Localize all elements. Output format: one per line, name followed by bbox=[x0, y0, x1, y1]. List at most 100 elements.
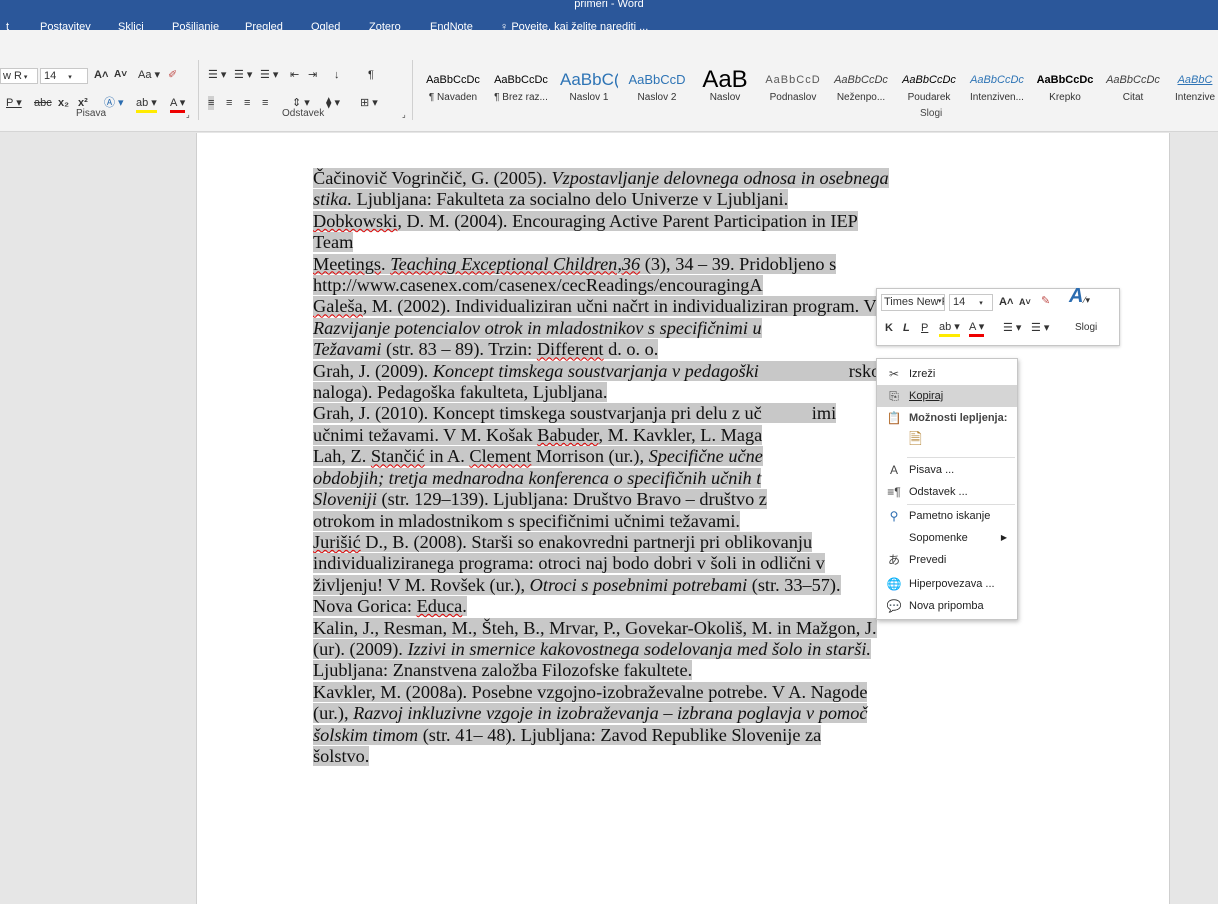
menu-item-translate[interactable]: あ Prevedi bbox=[877, 549, 1017, 571]
menu-item-cut[interactable]: ✂ Izreži bbox=[877, 363, 1017, 385]
clear-format-icon[interactable]: ✐ bbox=[168, 68, 177, 82]
text-run: Grah, J. (2009). bbox=[313, 360, 433, 381]
style-poudarek[interactable]: AaBbCcDc Poudarek bbox=[900, 68, 958, 108]
chevron-down-icon[interactable]: ▾ bbox=[938, 295, 942, 309]
minibar-size-value: 14 bbox=[953, 296, 966, 308]
increase-indent-icon[interactable]: ⇥ bbox=[308, 68, 317, 82]
highlight-icon[interactable]: ab ▾ bbox=[136, 96, 157, 113]
style-nezen-poudarek[interactable]: AaBbCcDc Neženpo... bbox=[832, 68, 890, 108]
menu-item-new-comment[interactable]: 💬 Nova pripomba bbox=[877, 595, 1017, 617]
text-run: http://www.casenex.com/casenex/cecReadin… bbox=[313, 275, 763, 296]
font-size-combo[interactable]: 14 ▾ bbox=[40, 68, 88, 84]
sort-icon[interactable]: ↓ bbox=[334, 68, 340, 82]
strikethrough-icon[interactable]: abc bbox=[34, 96, 52, 110]
menu-item-label: Izreži bbox=[909, 368, 936, 380]
justify-icon[interactable]: ≡ bbox=[262, 96, 268, 110]
style-sample: AaBbCcDc bbox=[1036, 74, 1094, 86]
text-line: Meetings. Teaching Exceptional Children,… bbox=[313, 253, 1043, 275]
text-run: Vzpostavljanje delovnega odnosa in osebn… bbox=[551, 168, 889, 188]
shading-icon[interactable]: ⧫ ▾ bbox=[326, 96, 340, 110]
text-run: šolstvo. bbox=[313, 745, 370, 766]
font-color-icon[interactable]: A ▾ bbox=[969, 320, 985, 337]
text-run: (str. 33–57). bbox=[747, 574, 841, 595]
paste-keep-text-button[interactable]: 🗎 bbox=[877, 429, 1017, 455]
style-naslov-2[interactable]: AaBbCcD Naslov 2 bbox=[628, 68, 686, 108]
text-run: d. o. o. bbox=[603, 339, 659, 360]
style-krepko[interactable]: AaBbCcDc Krepko bbox=[1036, 68, 1094, 108]
text-run: , D. M. (2004). Encouraging Active Paren… bbox=[397, 210, 858, 231]
align-left-icon[interactable]: ≡ bbox=[208, 96, 215, 110]
copy-icon: ⎘ bbox=[889, 389, 899, 403]
text-line: Ljubljana: Znanstvena založba Filozofske… bbox=[313, 660, 1043, 681]
style-brez-razmikov[interactable]: AaBbCcDc ¶ Brez raz... bbox=[492, 68, 550, 108]
text-run: učnimi težavami. V M. Košak bbox=[313, 424, 538, 445]
menu-item-font[interactable]: A Pisava ... bbox=[877, 459, 1017, 481]
style-naslov[interactable]: AaB Naslov bbox=[696, 68, 754, 108]
dialog-launcher-icon[interactable]: ⌟ bbox=[402, 108, 406, 122]
menu-item-synonyms[interactable]: Sopomenke ▶ bbox=[877, 527, 1017, 549]
menu-item-paragraph[interactable]: ≡¶ Odstavek ... bbox=[877, 481, 1017, 503]
change-case-icon[interactable]: Aa ▾ bbox=[138, 68, 160, 82]
italic-icon[interactable]: L bbox=[903, 321, 910, 335]
font-color-icon[interactable]: A ▾ bbox=[170, 96, 186, 113]
minibar-font-combo[interactable]: Times New Ro bbox=[881, 294, 945, 311]
multilevel-list-icon[interactable]: ☰ ▾ bbox=[260, 68, 278, 82]
font-name-combo[interactable]: w R ▾ bbox=[0, 68, 38, 84]
style-name: ¶ Navaden bbox=[428, 92, 478, 103]
text-run: (str. 83 – 89). Trzin: bbox=[381, 339, 537, 360]
menu-item-label: Sopomenke bbox=[909, 532, 968, 544]
grow-font-icon[interactable]: A˄ bbox=[999, 295, 1013, 309]
style-intenziven-citat[interactable]: AaBbC Intenzive bbox=[1172, 68, 1218, 108]
style-podnaslov[interactable]: AaBbCcD Podnaslov bbox=[764, 68, 822, 108]
text-line: Kavkler, M. (2008a). Posebne vzgojno-izo… bbox=[313, 681, 1043, 703]
minibar-font-value: Times New Ro bbox=[884, 296, 944, 308]
style-navaden[interactable]: AaBbCcDc ¶ Navaden bbox=[424, 68, 482, 108]
borders-icon[interactable]: ⊞ ▾ bbox=[360, 96, 378, 110]
style-name: Naslov 2 bbox=[637, 92, 677, 103]
numbering-icon[interactable]: ☰ ▾ bbox=[1031, 321, 1049, 335]
text-effects-icon[interactable]: Ⓐ ▾ bbox=[104, 96, 124, 110]
dialog-launcher-icon[interactable]: ⌟ bbox=[186, 108, 190, 122]
text-run: naloga). Pedagoška fakulteta, Ljubljana. bbox=[313, 382, 608, 403]
decrease-indent-icon[interactable]: ⇤ bbox=[290, 68, 299, 82]
chevron-down-icon: ▾ bbox=[979, 300, 983, 307]
text-line: Čačinovič Vogrinčič, G. (2005). Vzpostav… bbox=[313, 168, 1043, 189]
styles-icon[interactable]: A bbox=[1069, 286, 1083, 306]
grow-font-icon[interactable]: A˄ bbox=[94, 68, 108, 82]
style-name: Podnaslov bbox=[769, 92, 817, 103]
bold-icon[interactable]: K bbox=[885, 321, 893, 335]
align-center-icon[interactable]: ≡ bbox=[226, 96, 232, 110]
bullets-icon[interactable]: ☰ ▾ bbox=[1003, 321, 1021, 335]
shrink-font-icon[interactable]: A˅ bbox=[1019, 295, 1031, 309]
style-sample: AaBbCcDc bbox=[1106, 74, 1160, 86]
style-naslov-1[interactable]: AaBbC(Naslov 1 bbox=[560, 68, 618, 108]
text-run: (ur.), bbox=[313, 703, 354, 724]
numbering-icon[interactable]: ☰ ▾ bbox=[234, 68, 252, 82]
align-right-icon[interactable]: ≡ bbox=[244, 96, 250, 110]
style-citat[interactable]: AaBbCcDc Citat bbox=[1104, 68, 1162, 108]
menu-item-smart-lookup[interactable]: ⚲ Pametno iskanje bbox=[877, 505, 1017, 527]
context-menu: ✂ Izreži ⎘ Kopiraj 📋 Možnosti lepljenja: 🗎 … bbox=[876, 358, 1018, 620]
style-sample: AaBbCcD bbox=[765, 74, 821, 86]
style-intenziven-poudarek[interactable]: AaBbCcDc Intenziven... bbox=[968, 68, 1026, 108]
underline-icon[interactable]: P ▾ bbox=[6, 96, 22, 110]
menu-item-copy[interactable]: ⎘ Kopiraj bbox=[877, 385, 1017, 407]
text-line: Dobkowski, D. M. (2004). Encouraging Act… bbox=[313, 210, 1043, 232]
minibar-size-combo[interactable]: 14 ▾ bbox=[949, 294, 993, 311]
bullets-icon[interactable]: ☰ ▾ bbox=[208, 68, 226, 82]
menu-item-label: Pametno iskanje bbox=[909, 510, 991, 522]
menu-item-label: Pisava ... bbox=[909, 464, 955, 476]
style-name: Krepko bbox=[1049, 92, 1081, 103]
text-run: Kalin, J., Resman, M., Šteh, B., Mrvar, … bbox=[313, 617, 877, 638]
shrink-font-icon[interactable]: A˅ bbox=[114, 68, 127, 82]
style-name: Naslov 1 bbox=[569, 92, 609, 103]
subscript-icon[interactable]: x₂ bbox=[58, 96, 69, 110]
pilcrow-icon[interactable]: ¶ bbox=[368, 68, 374, 82]
minibar-styles-label[interactable]: Slogi bbox=[1075, 321, 1097, 335]
menu-item-hyperlink[interactable]: 🌐 Hiperpovezava ... bbox=[877, 573, 1017, 595]
style-sample: AaBbCcDc bbox=[970, 74, 1024, 86]
menu-item-label: Možnosti lepljenja: bbox=[909, 412, 1008, 424]
highlight-icon[interactable]: ab ▾ bbox=[939, 320, 960, 337]
underline-icon[interactable]: P bbox=[921, 321, 928, 335]
format-painter-icon[interactable]: ✎ bbox=[1041, 294, 1050, 308]
